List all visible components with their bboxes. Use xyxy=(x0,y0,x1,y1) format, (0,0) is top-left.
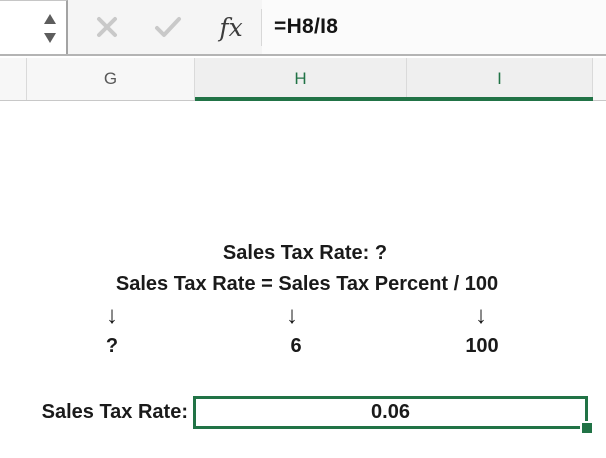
stepper-down-icon[interactable] xyxy=(44,33,56,43)
stepper-up-icon[interactable] xyxy=(44,14,56,24)
value-unknown: ? xyxy=(106,335,118,358)
column-header-i[interactable]: I xyxy=(407,58,593,100)
value-percent: 6 xyxy=(290,335,301,358)
down-arrow-icon: ↓ xyxy=(106,302,118,330)
name-box-stepper[interactable] xyxy=(43,1,57,55)
selected-cell[interactable]: 0.06 xyxy=(193,396,588,429)
value-hundred: 100 xyxy=(465,335,498,358)
formula-input[interactable]: =H8/I8 xyxy=(262,0,606,54)
sheet-canvas: Sales Tax Rate: ? Sales Tax Rate = Sales… xyxy=(0,101,606,458)
column-header-row: G H I xyxy=(0,58,606,101)
equation-cell-text: Sales Tax Rate = Sales Tax Percent / 100 xyxy=(116,273,498,296)
title-cell-text: Sales Tax Rate: ? xyxy=(223,242,387,265)
name-box[interactable] xyxy=(0,0,68,54)
formula-bar: fx =H8/I8 xyxy=(0,0,606,56)
down-arrow-icon: ↓ xyxy=(475,302,487,330)
result-label: Sales Tax Rate: xyxy=(42,396,188,429)
spreadsheet-app: fx =H8/I8 G H I Sales Tax Rate: ? Sales … xyxy=(0,0,606,458)
down-arrow-icon: ↓ xyxy=(286,302,298,330)
insert-function-icon[interactable]: fx xyxy=(211,0,251,54)
column-header-stub[interactable] xyxy=(0,58,27,100)
fill-handle[interactable] xyxy=(582,423,592,433)
enter-check-icon[interactable] xyxy=(152,0,184,54)
column-header-h[interactable]: H xyxy=(195,58,407,100)
column-header-rest[interactable] xyxy=(593,58,606,100)
cancel-icon[interactable] xyxy=(93,0,121,54)
column-header-g[interactable]: G xyxy=(27,58,195,100)
